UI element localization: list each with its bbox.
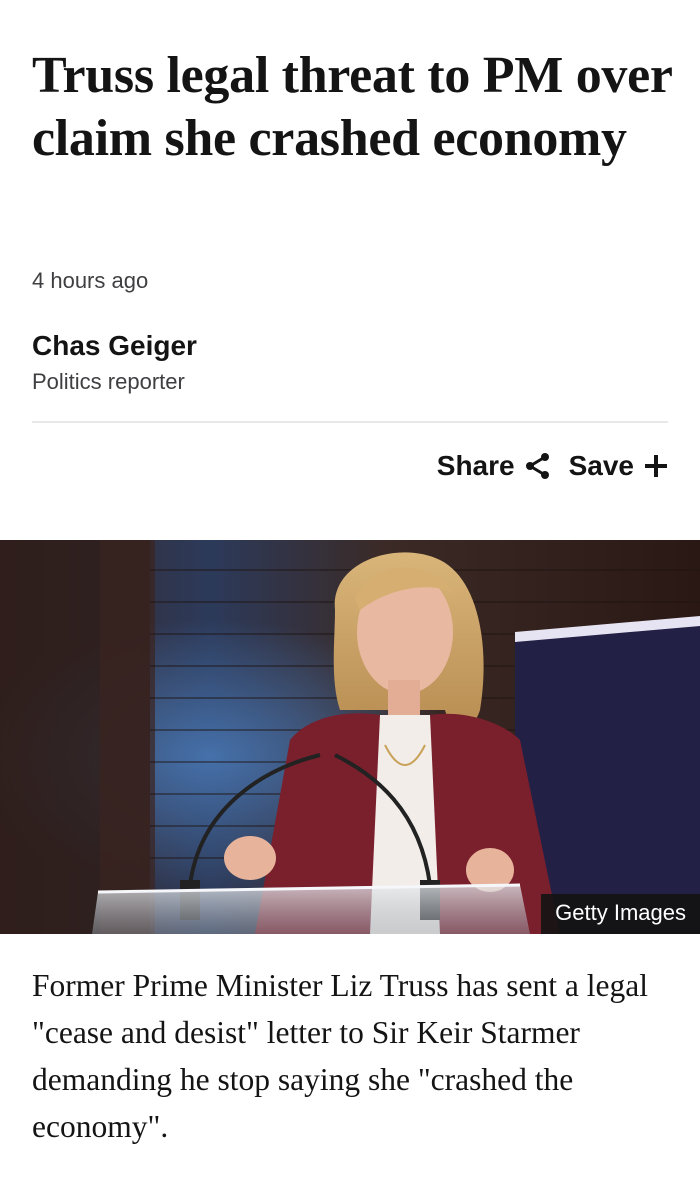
article-paragraph: Former Prime Minister Liz Truss has sent… (32, 968, 648, 1144)
share-icon (525, 452, 551, 480)
byline-divider (32, 421, 668, 423)
hero-photo-illustration (0, 540, 700, 934)
share-button-label: Share (436, 450, 515, 481)
article-hero-image: Getty Images (0, 540, 700, 934)
plus-icon (644, 454, 668, 478)
article-actions: Share Save (437, 446, 668, 486)
author-role: Politics reporter (32, 369, 185, 394)
article-headline: Truss legal threat to PM over claim she … (32, 47, 672, 167)
image-credit: Getty Images (541, 894, 700, 934)
author-name[interactable]: Chas Geiger (32, 330, 197, 362)
save-button[interactable]: Save (569, 450, 668, 482)
share-button[interactable]: Share (437, 450, 551, 482)
save-button-label: Save (568, 450, 634, 481)
article-timestamp: 4 hours ago (32, 268, 149, 293)
